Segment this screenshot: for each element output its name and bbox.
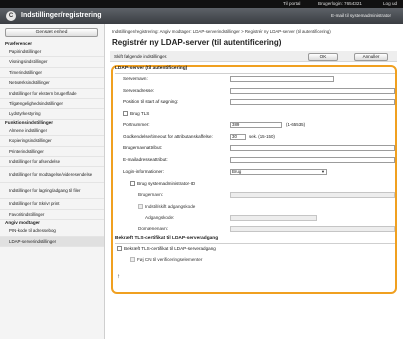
canon-logo-icon: C xyxy=(6,11,16,21)
user-name-label: Brugernavn: xyxy=(138,192,164,197)
timeout-label: Godkendelse/timeout for attributanskaffe… xyxy=(123,134,213,139)
sidebar-item-remote-ui[interactable]: Indstillinger for ekstern brugerflade xyxy=(0,89,104,100)
sidebar-item-general[interactable]: Almene indstillinger xyxy=(0,126,104,137)
sidebar-item-secure-print[interactable]: Indstillinger for Skriv! print xyxy=(0,199,104,210)
breadcrumb: Indstillinger/registrering: Angiv modtag… xyxy=(112,29,331,34)
password-label: Adgangskode: xyxy=(145,215,175,220)
username-attribute-input[interactable] xyxy=(230,145,395,151)
search-position-input[interactable] xyxy=(230,99,395,105)
mail-admin-link[interactable]: E-mail til systemadministrator xyxy=(331,13,391,18)
user-login-label: Brugerlogin: 7654321 xyxy=(318,1,362,6)
sidebar-item-display[interactable]: Visningsindstillinger xyxy=(0,57,104,68)
top-bar: Til portal Brugerlogin: 7654321 Log ud xyxy=(0,0,403,8)
sidebar-list: Præferencer Papirindstillinger Visningsi… xyxy=(0,41,104,248)
timeout-input[interactable]: 30 xyxy=(230,134,246,140)
confirm-tls-cert-label: Bekræft TLS-certifikat til LDAP-serverad… xyxy=(124,246,216,251)
port-range-hint: (1-65535) xyxy=(286,122,306,127)
login-info-select[interactable]: Brug ▼ xyxy=(230,169,327,175)
page-title: Registrér ny LDAP-server (til autentific… xyxy=(112,38,282,47)
sidebar-item-ldap[interactable]: LDAP-serverindstillinger xyxy=(0,236,104,248)
chevron-down-icon: ▼ xyxy=(321,169,325,174)
sidebar-item-favorites[interactable]: Favoritindstillinger xyxy=(0,210,104,221)
password-input[interactable] xyxy=(230,215,317,221)
divider xyxy=(115,243,395,244)
email-attribute-input[interactable] xyxy=(230,157,395,163)
search-position-label: Position til start af søgning: xyxy=(123,99,179,104)
sidebar-item-copy[interactable]: Kopieringsindstillinger xyxy=(0,136,104,147)
sidebar-item-timer[interactable]: Timerindstillinger xyxy=(0,68,104,79)
portal-link[interactable]: Til portal xyxy=(283,1,300,6)
header: C Indstillinger/registrering E-mail til … xyxy=(0,8,403,24)
login-info-label: Login-informationer: xyxy=(123,169,164,174)
confirm-tls-cert-checkbox[interactable] xyxy=(117,246,122,251)
instruction-text: Skift følgende indstillinger. xyxy=(114,54,168,59)
ok-button[interactable]: OK xyxy=(308,52,338,61)
sidebar-item-address-pin[interactable]: PIN-kode til adressebog xyxy=(0,226,104,237)
port-label: Portnummer: xyxy=(123,122,150,127)
tls-section-title: Bekræft TLS-certifikat til LDAP-serverad… xyxy=(115,236,219,241)
add-cn-checkbox[interactable] xyxy=(130,257,135,262)
sidebar-item-printer[interactable]: Printerindstillinger xyxy=(0,147,104,158)
sidebar-item-volume[interactable]: Lydstyrkestyring xyxy=(0,109,104,120)
set-password-label: Indstil/skift adgangskode xyxy=(145,204,196,209)
main-content: Indstillinger/registrering: Angiv modtag… xyxy=(108,24,400,339)
set-password-checkbox[interactable] xyxy=(138,204,143,209)
sidebar-item-store[interactable]: Indstillinger for lagring/adgang til fil… xyxy=(0,183,104,200)
action-bar: Skift følgende indstillinger. OK Annulle… xyxy=(110,51,397,62)
use-tls-checkbox[interactable] xyxy=(123,111,128,116)
server-address-input[interactable] xyxy=(230,88,395,94)
sidebar-item-send[interactable]: Indstillinger for afsendelse xyxy=(0,157,104,168)
sidebar-item-paper[interactable]: Papirindstillinger xyxy=(0,47,104,58)
sidebar-item-network[interactable]: Netværksindstillinger xyxy=(0,78,104,89)
logout-link[interactable]: Log ud xyxy=(383,1,397,6)
sidebar-item-receive[interactable]: Indstillinger for modtagelse/videresende… xyxy=(0,167,104,184)
sidebar: Gensæt enhed Præferencer Papirindstillin… xyxy=(0,24,105,339)
add-cn-label: Føj CN til verificeringselementer xyxy=(137,257,203,262)
divider xyxy=(115,73,395,74)
port-input[interactable]: 389 xyxy=(230,122,282,128)
reset-device-button[interactable]: Gensæt enhed xyxy=(5,28,98,37)
use-tls-label: Brug TLS xyxy=(130,111,150,116)
ldap-section-title: LDAP-server (til autentificering) xyxy=(115,66,188,71)
use-admin-id-label: Brug systemadministrator-ID xyxy=(137,181,196,186)
app-title: Indstillinger/registrering xyxy=(21,12,102,19)
server-address-label: Serveradresse: xyxy=(123,88,155,93)
domain-name-label: Domænenavn: xyxy=(138,226,169,231)
user-name-input[interactable] xyxy=(230,192,395,198)
login-info-value: Brug xyxy=(232,169,242,174)
server-name-input[interactable] xyxy=(230,76,334,82)
domain-name-input[interactable] xyxy=(230,226,395,232)
scroll-top-icon[interactable]: ↑ xyxy=(117,274,120,280)
use-admin-id-checkbox[interactable] xyxy=(130,181,135,186)
timeout-unit-hint: sek. (15-150) xyxy=(249,134,275,139)
server-name-label: Servernavn: xyxy=(123,76,148,81)
cancel-button[interactable]: Annuller xyxy=(354,52,388,61)
username-attribute-label: Brugernavnattribut: xyxy=(123,145,163,150)
sidebar-item-accessibility[interactable]: Tilgængelighedsindstillinger xyxy=(0,99,104,110)
email-attribute-label: E-mailadresseattribut: xyxy=(123,157,168,162)
